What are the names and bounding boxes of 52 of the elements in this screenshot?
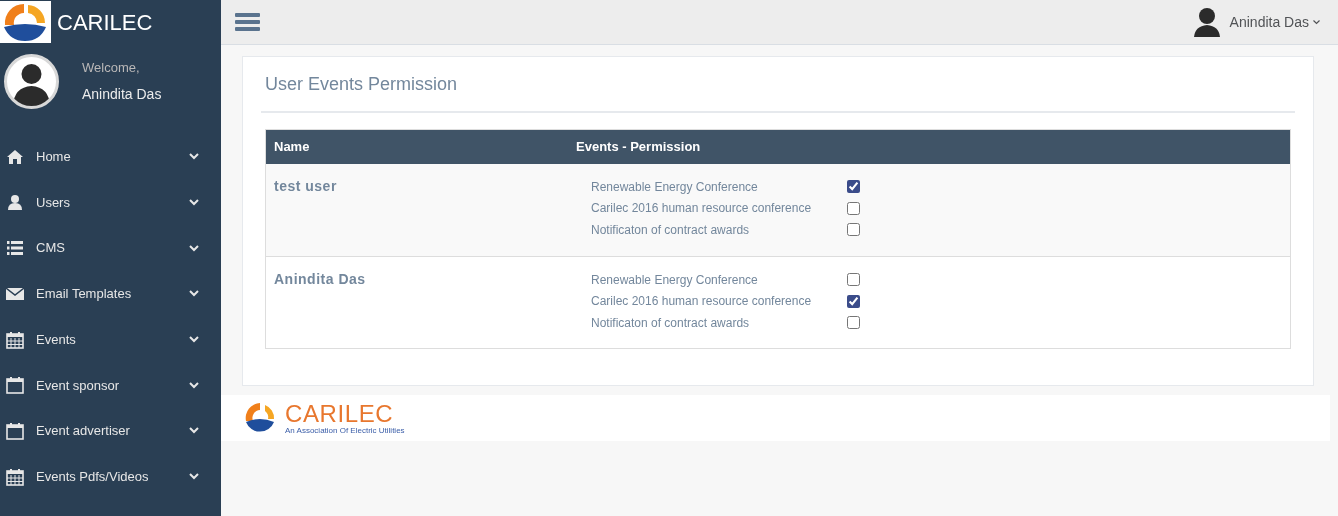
sidebar-item[interactable]: CMS [0, 225, 221, 272]
avatar-icon [4, 54, 59, 109]
sidebar-item[interactable]: Email Templates [0, 271, 221, 317]
chevron-down-icon [189, 199, 199, 207]
event-name: Carilec 2016 human resource conference [591, 293, 813, 311]
permission-checkbox[interactable] [847, 273, 860, 287]
permission-checkbox[interactable] [847, 223, 860, 237]
logo-icon [243, 401, 277, 435]
home-icon [6, 147, 24, 166]
permission-checkbox[interactable] [847, 201, 860, 215]
welcome-text: Welcome, [82, 59, 141, 78]
column-header: Name [273, 138, 311, 157]
chevron-down-icon [189, 381, 199, 389]
menu-icon[interactable] [235, 12, 260, 32]
event-name: Renewable Energy Conference [591, 178, 759, 196]
sidebar-item[interactable]: Home [0, 134, 221, 180]
logo-tagline: An Association Of Electric Utilities [285, 426, 405, 435]
chevron-down-icon [189, 290, 199, 298]
calendar-icon [6, 330, 24, 349]
column-header: Events - Permission [576, 138, 701, 157]
sidebar-item[interactable]: Events [0, 316, 221, 363]
permission-checkbox[interactable] [847, 294, 860, 308]
calendar-icon [6, 376, 24, 395]
chevron-down-icon [189, 153, 199, 161]
sidebar-item[interactable]: Event advertiser [0, 408, 221, 454]
panel-title: User Events Permission [261, 71, 1295, 113]
permission-checkbox[interactable] [847, 180, 860, 194]
user-name: test user [273, 177, 338, 192]
profile-name: Anindita Das [82, 84, 162, 104]
numbered-list-icon [6, 239, 24, 258]
chevron-down-icon [189, 336, 199, 344]
permission-checkbox[interactable] [847, 316, 860, 330]
sidebar-item[interactable]: Event sponsor [0, 362, 221, 409]
user-menu[interactable]: Anindita Das [1229, 11, 1320, 33]
chevron-down-icon [189, 244, 199, 252]
event-name: Renewable Energy Conference [591, 271, 759, 289]
sidebar-item[interactable]: Users [0, 179, 221, 226]
chevron-down-icon [189, 473, 199, 481]
sidebar-item[interactable]: Events Pdfs/Videos [0, 453, 221, 500]
avatar-icon [1192, 7, 1221, 37]
user-name: Anindita Das [273, 270, 367, 285]
logo-icon [0, 1, 51, 43]
calendar-icon [6, 467, 24, 486]
chevron-down-icon [1313, 19, 1320, 25]
event-name: Notificaton of contract awards [591, 221, 751, 239]
user-icon [6, 193, 24, 212]
brand-name: CARILEC [57, 8, 153, 37]
chevron-down-icon [189, 427, 199, 435]
event-name: Carilec 2016 human resource conference [591, 200, 813, 218]
event-name: Notificaton of contract awards [591, 314, 751, 332]
logo-text: CARILEC [285, 401, 395, 426]
calendar-icon [6, 421, 24, 440]
